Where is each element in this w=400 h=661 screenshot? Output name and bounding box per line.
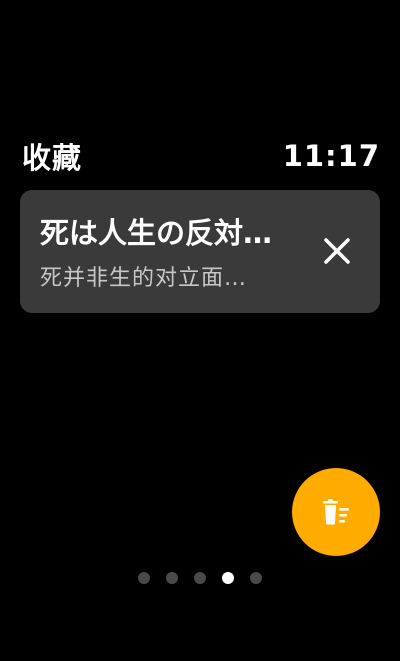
remove-favorite-button[interactable] — [318, 232, 356, 270]
page-dot[interactable] — [166, 572, 178, 584]
page-dot[interactable] — [250, 572, 262, 584]
clock: 11:17 — [282, 139, 380, 173]
page-dot[interactable] — [138, 572, 150, 584]
favorite-item-subtitle: 死并非生的对立面… — [40, 266, 248, 291]
favorite-item-title: 死は人生の反対… — [40, 216, 273, 250]
page-dot[interactable] — [194, 572, 206, 584]
page-indicator — [0, 572, 400, 584]
favorite-item[interactable]: 死は人生の反対… 死并非生的对立面… — [20, 190, 380, 313]
close-icon — [324, 238, 350, 264]
header: 收藏 11:17 — [22, 136, 380, 176]
clear-list-icon — [323, 499, 349, 525]
page-dot-active[interactable] — [222, 572, 234, 584]
clear-all-button[interactable] — [292, 468, 380, 556]
page-title: 收藏 — [22, 141, 83, 175]
